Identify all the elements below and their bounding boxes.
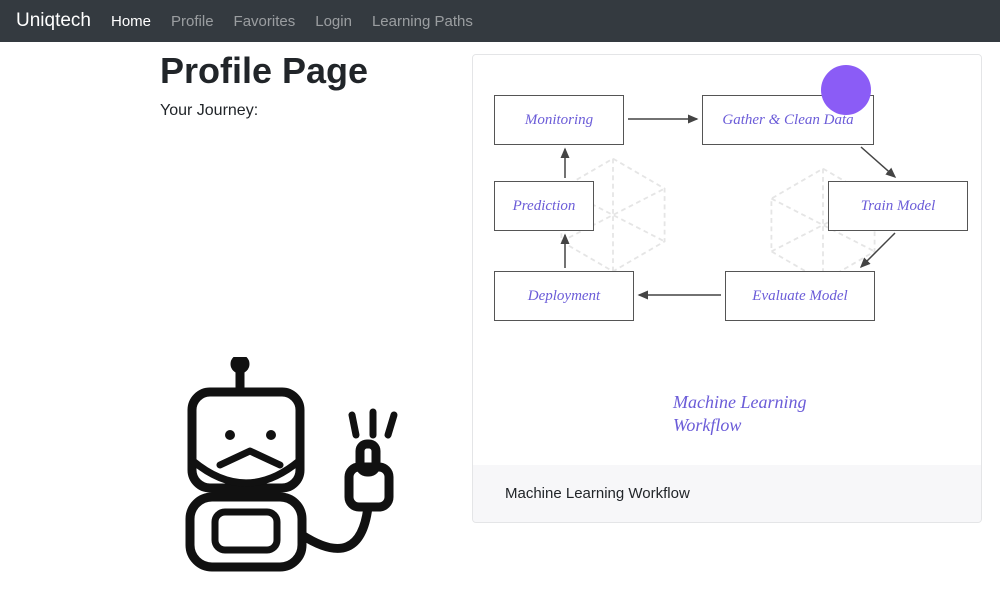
nav-login[interactable]: Login [315,13,352,30]
right-column: Monitoring Gather & Clean Data Predictio… [460,42,1000,602]
nav-home[interactable]: Home [111,13,151,30]
brand-link[interactable]: Uniqtech [16,10,91,32]
page-title: Profile Page [160,50,460,92]
diagram-label: Machine Learning Workflow [673,391,806,438]
nav-learning-paths[interactable]: Learning Paths [372,13,473,30]
workflow-diagram: Monitoring Gather & Clean Data Predictio… [473,55,981,465]
start-marker-icon [821,65,871,115]
robot-illustration [160,357,460,592]
robot-thumbs-up-icon [160,574,430,591]
navbar: Uniqtech Home Profile Favorites Login Le… [0,0,1000,42]
diagram-label-line2: Workflow [673,414,806,437]
page-subtitle: Your Journey: [160,102,460,120]
diagram-label-line1: Machine Learning [673,391,806,414]
nav-favorites[interactable]: Favorites [234,13,296,30]
workflow-card: Monitoring Gather & Clean Data Predictio… [472,54,982,523]
arrows-icon [473,55,982,355]
card-caption: Machine Learning Workflow [473,465,981,522]
nav-profile[interactable]: Profile [171,13,214,30]
left-column: Profile Page Your Journey: [0,42,460,602]
